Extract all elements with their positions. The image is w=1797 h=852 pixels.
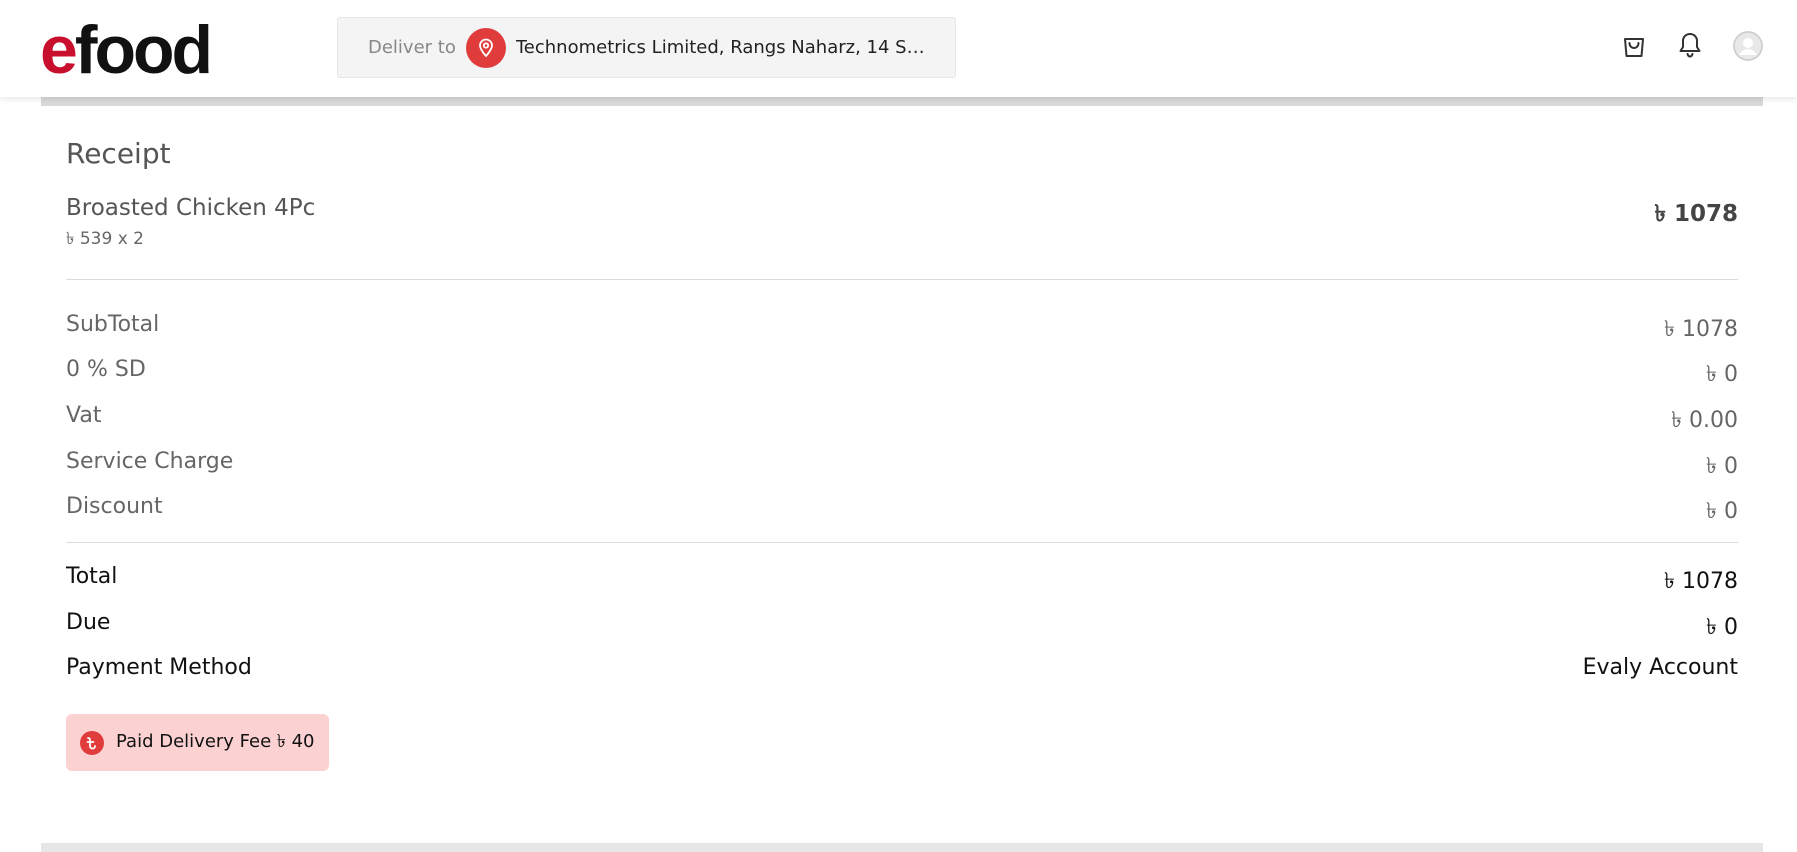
due-row: Due ৳ 0 [66,610,1738,647]
discount-label: Discount [66,494,163,519]
receipt-title: Receipt [66,137,171,170]
taka-coin-icon [80,730,104,755]
delivery-fee-text: Paid Delivery Fee ৳ 40 [116,731,315,752]
total-label: Total [66,564,118,589]
service-charge-label: Service Charge [66,449,234,474]
totals-divider [66,542,1738,543]
sd-label: 0 % SD [66,357,146,382]
panel-bottom-border [41,843,1763,852]
item-divider [66,279,1738,280]
subtotal-value: ৳ 1078 [1664,317,1738,342]
panel-top-border [41,97,1763,106]
payment-method-value: Evaly Account [1582,655,1738,680]
item-unit-price-quantity: ৳ 539 x 2 [66,229,145,249]
discount-row: Discount ৳ 0 [66,494,1738,531]
item-total-price: ৳ 1078 [1654,201,1738,227]
deliver-to-selector[interactable]: Deliver to Technometrics Limited, Rangs … [337,17,956,78]
total-value: ৳ 1078 [1664,569,1738,594]
due-label: Due [66,610,111,635]
item-name: Broasted Chicken 4Pc [66,195,316,221]
sd-row: 0 % SD ৳ 0 [66,357,1738,394]
discount-value: ৳ 0 [1706,499,1738,524]
vat-label: Vat [66,403,102,428]
subtotal-row: SubTotal ৳ 1078 [66,312,1738,349]
logo-e: e [40,12,78,88]
payment-method-label: Payment Method [66,655,252,680]
location-pin-icon [465,27,506,68]
service-charge-value: ৳ 0 [1706,454,1738,479]
user-avatar-icon[interactable] [1733,31,1763,61]
logo-food: food [74,12,213,88]
efood-logo[interactable]: e food [40,12,213,88]
subtotal-label: SubTotal [66,312,160,337]
delivery-address: Technometrics Limited, Rangs Naharz, 14 … [515,37,936,58]
top-header: e food Deliver to Technometrics Limited, … [0,0,1797,97]
shopping-bag-icon[interactable] [1619,30,1649,60]
service-charge-row: Service Charge ৳ 0 [66,449,1738,486]
due-value: ৳ 0 [1706,615,1738,640]
vat-value: ৳ 0.00 [1671,408,1738,433]
vat-row: Vat ৳ 0.00 [66,403,1738,440]
total-row: Total ৳ 1078 [66,564,1738,601]
deliver-to-label: Deliver to [368,37,456,58]
payment-method-row: Payment Method Evaly Account [66,655,1738,680]
delivery-fee-badge: Paid Delivery Fee ৳ 40 [66,714,329,771]
sd-value: ৳ 0 [1706,362,1738,387]
notification-bell-icon[interactable] [1675,30,1705,60]
